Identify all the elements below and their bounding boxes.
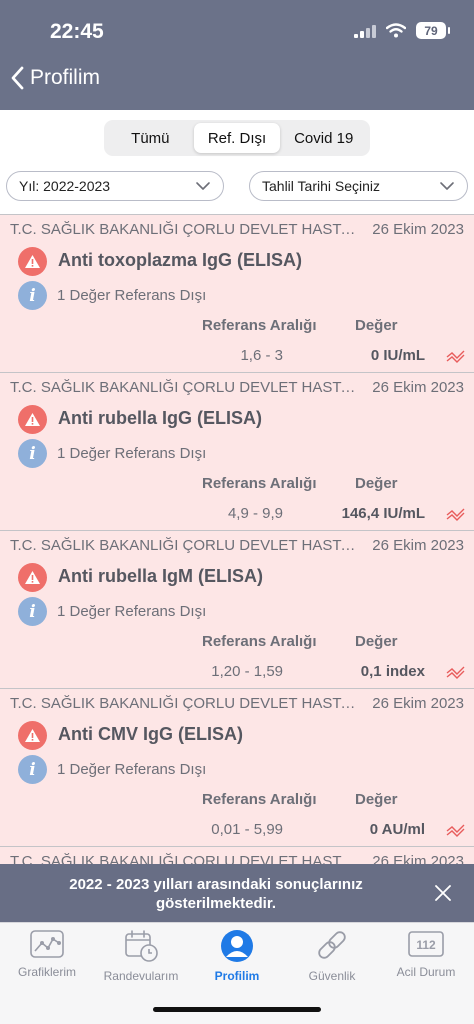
trend-chart-icon[interactable] (446, 823, 466, 837)
test-name: Anti rubella IgG (ELISA) (58, 408, 263, 428)
link-icon (318, 931, 346, 959)
status-time: 22:45 (50, 20, 104, 43)
result-date: 26 Ekim 2023 (372, 537, 464, 554)
result-value: 0,1 index (360, 663, 425, 680)
result-card[interactable]: T.C. SAĞLIK BAKANLIĞI ÇORLU DEVLET HASTA… (0, 372, 474, 530)
value-header: Değer (355, 633, 398, 650)
calendar-clock-icon (125, 930, 158, 962)
back-button[interactable]: Profilim (10, 66, 100, 90)
result-value: 146,4 IU/mL (341, 505, 425, 522)
reference-range-header: Referans Aralığı (202, 475, 317, 492)
result-card[interactable]: T.C. SAĞLIK BAKANLIĞI ÇORLU DEVLET HASTA… (0, 688, 474, 846)
emergency-number: 112 (416, 938, 436, 952)
battery-icon: 79 (416, 22, 450, 39)
date-dropdown-value: Tahlil Tarihi Seçiniz (262, 178, 381, 194)
status-icons: 79 (354, 22, 450, 39)
home-indicator (153, 1007, 321, 1012)
back-label: Profilim (30, 66, 101, 89)
tab-profile-label: Profilim (214, 969, 260, 983)
result-date: 26 Ekim 2023 (372, 853, 464, 864)
hospital-name: T.C. SAĞLIK BAKANLIĞI ÇORLU DEVLET HASTA… (10, 695, 356, 712)
segment-out-of-range[interactable]: Ref. Dışı (193, 123, 281, 153)
reference-range-header: Referans Aralığı (202, 633, 317, 650)
warning-icon (18, 405, 47, 434)
test-name: Anti rubella IgM (ELISA) (58, 566, 263, 586)
tab-security-label: Güvenlik (308, 969, 356, 983)
tab-emergency[interactable]: 112 Acil Durum (379, 929, 473, 979)
trend-chart-icon[interactable] (446, 349, 466, 363)
toast-message: 2022 - 2023 yılları arasındaki sonuçları… (69, 876, 363, 912)
emergency-112-icon: 112 (408, 931, 444, 957)
hospital-name: T.C. SAĞLIK BAKANLIĞI ÇORLU DEVLET HASTA… (10, 221, 356, 238)
test-name: Anti toxoplazma IgG (ELISA) (58, 250, 303, 270)
reference-range-value: 4,9 - 9,9 (227, 505, 283, 522)
warning-icon (18, 247, 47, 276)
tab-graphs-label: Grafiklerim (17, 965, 76, 979)
close-icon[interactable] (433, 883, 453, 903)
value-header: Değer (355, 317, 398, 334)
out-of-range-message: 1 Değer Referans Dışı (57, 603, 207, 620)
results-list: T.C. SAĞLIK BAKANLIĞI ÇORLU DEVLET HASTA… (0, 214, 474, 864)
result-date: 26 Ekim 2023 (372, 695, 464, 712)
out-of-range-message: 1 Değer Referans Dışı (57, 761, 207, 778)
segment-all[interactable]: Tümü (107, 123, 194, 153)
result-value: 0 IU/mL (370, 347, 425, 364)
segment-covid[interactable]: Covid 19 (280, 123, 367, 153)
trend-chart-icon[interactable] (446, 665, 466, 679)
result-card[interactable]: T.C. SAĞLIK BAKANLIĞI ÇORLU DEVLET HASTA… (0, 846, 474, 864)
top-header: 22:45 79 Profilim (0, 0, 474, 110)
hospital-name: T.C. SAĞLIK BAKANLIĞI ÇORLU DEVLET HASTA… (10, 853, 356, 864)
hospital-name: T.C. SAĞLIK BAKANLIĞI ÇORLU DEVLET HASTA… (10, 379, 356, 396)
reference-range-header: Referans Aralığı (202, 791, 317, 808)
trend-chart-icon[interactable] (446, 507, 466, 521)
reference-range-value: 1,20 - 1,59 (211, 663, 283, 680)
profile-icon (221, 930, 253, 962)
year-dropdown[interactable]: Yıl: 2022-2023 (6, 171, 224, 201)
result-date: 26 Ekim 2023 (372, 379, 464, 396)
warning-icon (18, 721, 47, 750)
chevron-down-icon (196, 182, 210, 190)
tab-security[interactable]: Güvenlik (285, 929, 379, 983)
info-icon: i (18, 281, 47, 310)
result-date: 26 Ekim 2023 (372, 221, 464, 238)
cellular-signal-icon (354, 24, 376, 38)
reference-range-value: 1,6 - 3 (240, 347, 283, 364)
hospital-name: T.C. SAĞLIK BAKANLIĞI ÇORLU DEVLET HASTA… (10, 537, 356, 554)
test-name: Anti CMV IgG (ELISA) (58, 724, 243, 744)
chart-icon (30, 930, 64, 958)
filter-segmented-control: Tümü Ref. Dışı Covid 19 (104, 120, 370, 156)
year-dropdown-value: Yıl: 2022-2023 (19, 178, 111, 194)
reference-range-header: Referans Aralığı (202, 317, 317, 334)
result-card[interactable]: T.C. SAĞLIK BAKANLIĞI ÇORLU DEVLET HASTA… (0, 214, 474, 372)
result-value: 0 AU/ml (369, 821, 425, 838)
chevron-down-icon (440, 182, 454, 190)
tab-appointments-label: Randevularım (103, 969, 179, 983)
info-icon: i (18, 439, 47, 468)
out-of-range-message: 1 Değer Referans Dışı (57, 445, 207, 462)
tab-profile[interactable]: Profilim (190, 929, 284, 983)
info-icon: i (18, 755, 47, 784)
reference-range-value: 0,01 - 5,99 (211, 821, 283, 838)
info-toast: 2022 - 2023 yılları arasındaki sonuçları… (0, 864, 474, 922)
tab-appointments[interactable]: Randevularım (94, 929, 188, 983)
info-icon: i (18, 597, 47, 626)
value-header: Değer (355, 475, 398, 492)
value-header: Değer (355, 791, 398, 808)
date-dropdown[interactable]: Tahlil Tarihi Seçiniz (249, 171, 468, 201)
tab-emergency-label: Acil Durum (396, 965, 456, 979)
out-of-range-message: 1 Değer Referans Dışı (57, 287, 207, 304)
warning-icon (18, 563, 47, 592)
result-card[interactable]: T.C. SAĞLIK BAKANLIĞI ÇORLU DEVLET HASTA… (0, 530, 474, 688)
tab-graphs[interactable]: Grafiklerim (0, 929, 94, 979)
chevron-left-icon (11, 66, 24, 90)
wifi-icon (386, 23, 406, 38)
